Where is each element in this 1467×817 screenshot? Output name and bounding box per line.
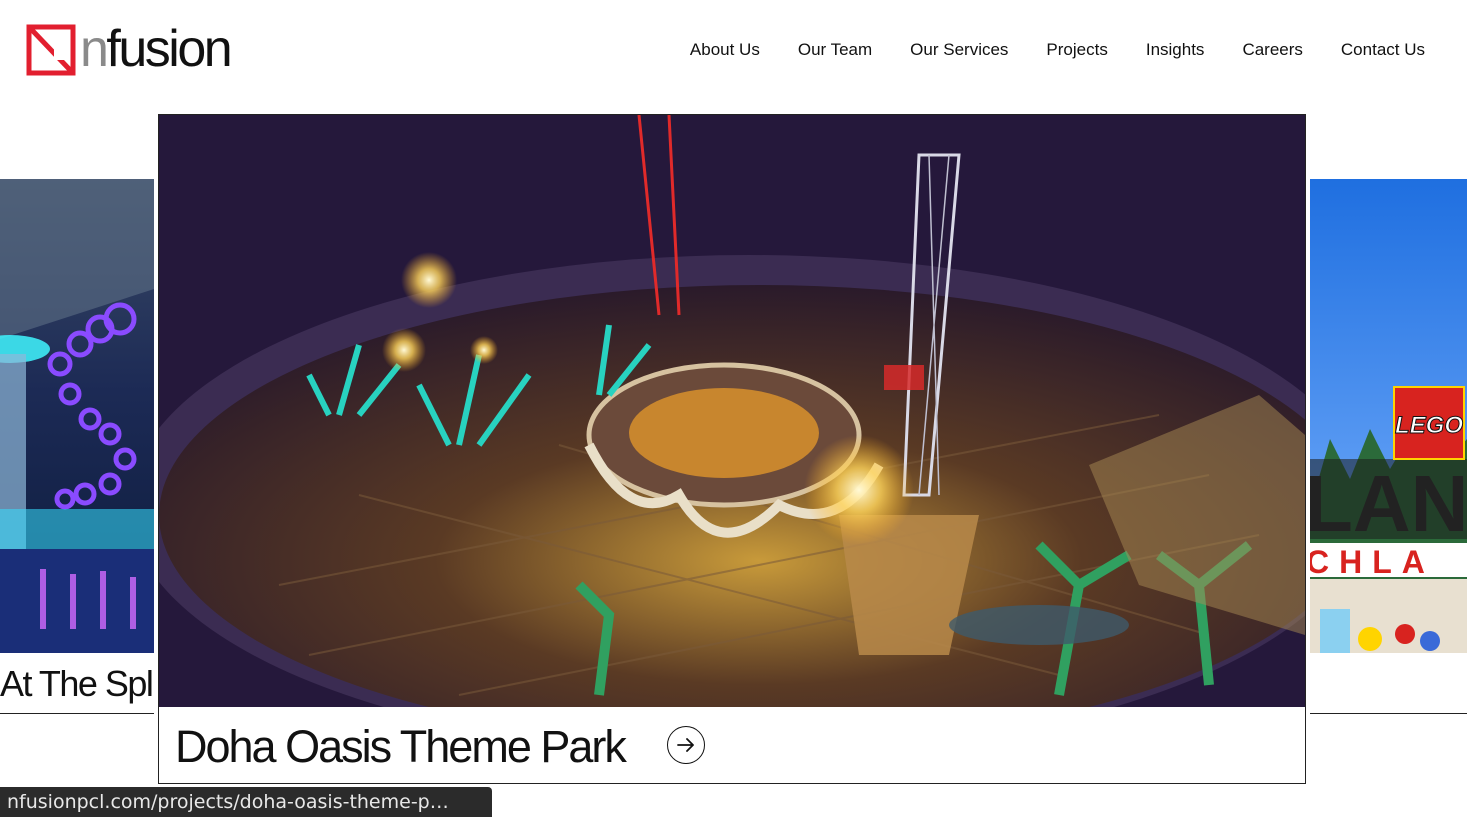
nav-about-us[interactable]: About Us (690, 38, 760, 62)
main-nav: About Us Our Team Our Services Projects … (652, 38, 1425, 62)
project-image-next: LEGO LAN CHLA (1310, 179, 1467, 653)
nav-our-team[interactable]: Our Team (798, 38, 872, 62)
view-project-button[interactable] (667, 726, 705, 764)
lego-sign-text: LEGO (1395, 412, 1463, 439)
nav-our-services[interactable]: Our Services (910, 38, 1008, 62)
project-card-current[interactable]: Doha Oasis Theme Park (158, 114, 1306, 784)
project-title-previous: At The Spl (0, 663, 154, 704)
logo-wordmark: nfusion (80, 20, 233, 78)
nfusion-logo[interactable]: nfusion (26, 20, 266, 78)
project-title-current: Doha Oasis Theme Park (175, 721, 627, 772)
project-image-previous (0, 179, 154, 653)
legoland-letters-bottom: CHLA (1310, 544, 1435, 580)
nav-projects[interactable]: Projects (1046, 38, 1107, 62)
nav-careers[interactable]: Careers (1242, 38, 1302, 62)
project-image-current (159, 115, 1305, 707)
status-bar-url: nfusionpcl.com/projects/doha-oasis-theme… (0, 787, 492, 817)
project-card-previous[interactable]: At The Spl (0, 179, 154, 714)
legoland-letters-top: LAN (1310, 459, 1467, 548)
logo-mark-icon (26, 24, 76, 76)
divider (1310, 713, 1467, 714)
divider (0, 713, 154, 714)
project-card-next[interactable]: LEGO LAN CHLA (1310, 179, 1467, 714)
nav-insights[interactable]: Insights (1146, 38, 1205, 62)
nav-contact-us[interactable]: Contact Us (1341, 38, 1425, 62)
arrow-right-icon (677, 738, 694, 752)
